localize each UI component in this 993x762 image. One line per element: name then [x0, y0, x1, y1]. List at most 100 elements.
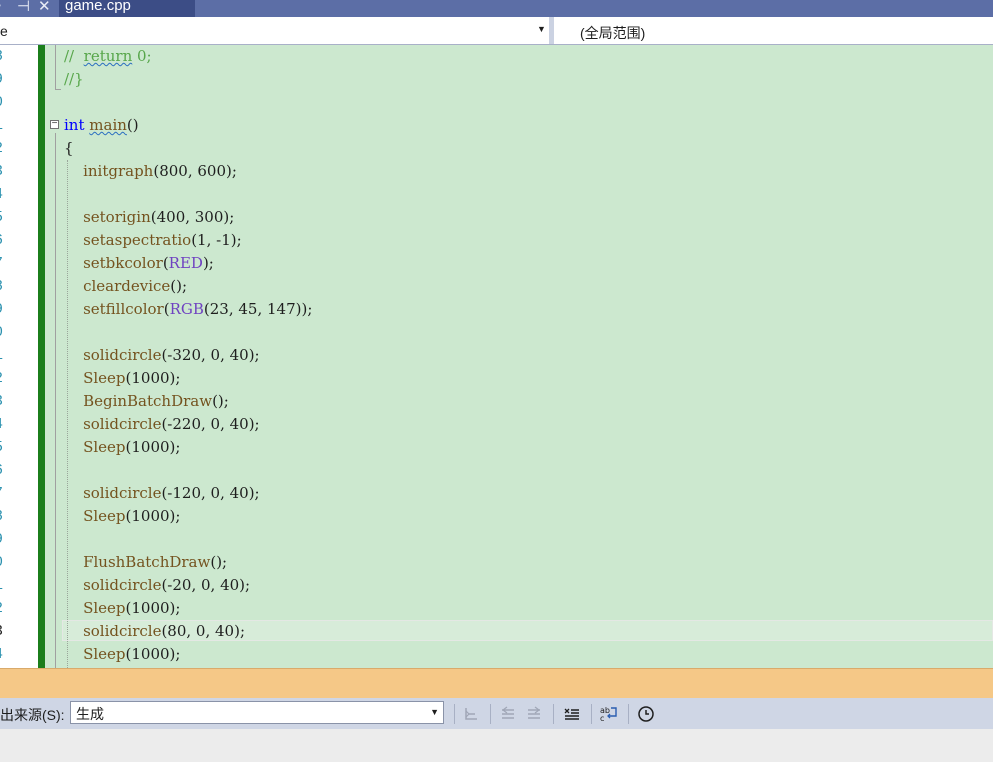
code-line[interactable]: BeginBatchDraw(); [64, 390, 229, 413]
code-editor[interactable]: − 8// return 0;9//}01int main()2{3 initg… [0, 45, 993, 668]
code-line[interactable]: initgraph(800, 600); [64, 160, 237, 183]
code-token: setorigin [83, 208, 151, 226]
fold-guide [55, 45, 56, 90]
code-line[interactable]: setaspectratio(1, -1); [64, 229, 242, 252]
line-number: 4 [0, 183, 14, 206]
collapse-toggle-icon[interactable]: − [50, 119, 59, 129]
code-token: Sleep [83, 369, 126, 387]
code-line[interactable]: solidcircle(-320, 0, 40); [64, 344, 260, 367]
line-number: 2 [0, 137, 14, 160]
code-token: setfillcolor [83, 300, 164, 318]
output-pane-content[interactable] [0, 729, 993, 762]
fold-guide [55, 133, 56, 668]
svg-text:c: c [600, 714, 604, 723]
code-line[interactable]: Sleep(1000); [64, 643, 180, 666]
line-number: 0 [0, 321, 14, 344]
code-token: solidcircle [83, 346, 162, 364]
chevron-down-icon[interactable]: ▼ [430, 707, 439, 717]
line-number: 5 [0, 206, 14, 229]
code-line[interactable]: Sleep(1000); [64, 597, 180, 620]
code-token: RED [168, 254, 203, 272]
line-number: 6 [0, 459, 14, 482]
navigation-bar: e ▼ (全局范围) [0, 17, 993, 45]
code-line[interactable]: { [64, 137, 74, 160]
output-toolbar: 出来源(S): 生成 ▼ ab c [0, 698, 993, 729]
document-tab-strip: ◦ ⊣ ✕ game.cpp [0, 0, 993, 17]
pin-icon[interactable]: ⊣ [17, 0, 30, 15]
code-token: Sleep [83, 645, 126, 663]
toolbar-separator [628, 704, 629, 724]
code-token: initgraph [83, 162, 154, 180]
previous-message-icon[interactable] [496, 702, 520, 726]
code-token: solidcircle [83, 415, 162, 433]
line-number: 1 [0, 114, 14, 137]
code-line[interactable]: Sleep(1000); [64, 436, 180, 459]
line-number: 2 [0, 367, 14, 390]
code-line[interactable]: solidcircle(-120, 0, 40); [64, 482, 260, 505]
code-line[interactable]: setbkcolor(RED); [64, 252, 214, 275]
timestamp-clock-icon[interactable] [634, 702, 658, 726]
line-number: 7 [0, 482, 14, 505]
code-token: FlushBatchDraw [83, 553, 211, 571]
line-number: 9 [0, 528, 14, 551]
code-token: solidcircle [83, 576, 162, 594]
code-line[interactable]: setorigin(400, 300); [64, 206, 234, 229]
status-bar [0, 668, 993, 698]
line-number: 6 [0, 229, 14, 252]
line-number: 8 [0, 45, 14, 68]
tab-game-cpp[interactable]: game.cpp [59, 0, 195, 17]
code-line[interactable]: solidcircle(-220, 0, 40); [64, 413, 260, 436]
goto-location-icon[interactable] [459, 702, 483, 726]
line-number: 1 [0, 574, 14, 597]
code-token: int [64, 116, 85, 134]
tab-scroll-icon[interactable]: ◦ [0, 0, 1, 14]
code-token: solidcircle [83, 622, 162, 640]
code-line[interactable]: solidcircle(80, 0, 40); [64, 620, 245, 643]
code-line[interactable]: // return 0; [64, 45, 152, 68]
line-number: 0 [0, 91, 14, 114]
toggle-word-wrap-icon[interactable]: ab c [597, 702, 621, 726]
code-line[interactable]: Sleep(1000); [64, 367, 180, 390]
toolbar-separator [454, 704, 455, 724]
line-number: 8 [0, 275, 14, 298]
line-number: 4 [0, 643, 14, 666]
code-line[interactable]: cleardevice(); [64, 275, 187, 298]
line-number: 3 [0, 390, 14, 413]
output-source-select[interactable]: 生成 ▼ [70, 701, 444, 724]
clear-all-icon[interactable] [560, 702, 584, 726]
project-scope-dropdown[interactable]: e [0, 23, 8, 39]
code-line[interactable]: setfillcolor(RGB(23, 45, 147)); [64, 298, 312, 321]
code-token: setbkcolor [83, 254, 163, 272]
code-token: main [89, 116, 127, 134]
line-number: 3 [0, 160, 14, 183]
change-tracking-bar [38, 45, 45, 668]
line-number: 0 [0, 551, 14, 574]
toolbar-separator [591, 704, 592, 724]
code-line[interactable]: FlushBatchDraw(); [64, 551, 227, 574]
code-token: Sleep [83, 599, 126, 617]
code-token: BeginBatchDraw [83, 392, 213, 410]
line-number: 1 [0, 344, 14, 367]
scope-dropdown[interactable]: (全局范围) [580, 23, 645, 43]
code-token: return [83, 47, 133, 65]
code-line[interactable]: //} [64, 68, 84, 91]
line-number: 7 [0, 252, 14, 275]
code-token: cleardevice [83, 277, 171, 295]
code-line[interactable]: solidcircle(-20, 0, 40); [64, 574, 250, 597]
toolbar-separator [490, 704, 491, 724]
line-number: 4 [0, 413, 14, 436]
close-tab-icon[interactable]: ✕ [38, 0, 51, 15]
code-token: solidcircle [83, 484, 162, 502]
code-line[interactable]: int main() [64, 114, 139, 137]
line-number: 2 [0, 597, 14, 620]
next-message-icon[interactable] [522, 702, 546, 726]
fold-guide-end [55, 89, 61, 90]
code-token: RGB [169, 300, 204, 318]
chevron-down-icon[interactable]: ▼ [537, 24, 546, 34]
line-number: 9 [0, 298, 14, 321]
code-line[interactable]: Sleep(1000); [64, 505, 180, 528]
output-source-value: 生成 [76, 706, 104, 722]
line-number: 8 [0, 505, 14, 528]
line-number: 5 [0, 436, 14, 459]
code-token: Sleep [83, 438, 126, 456]
